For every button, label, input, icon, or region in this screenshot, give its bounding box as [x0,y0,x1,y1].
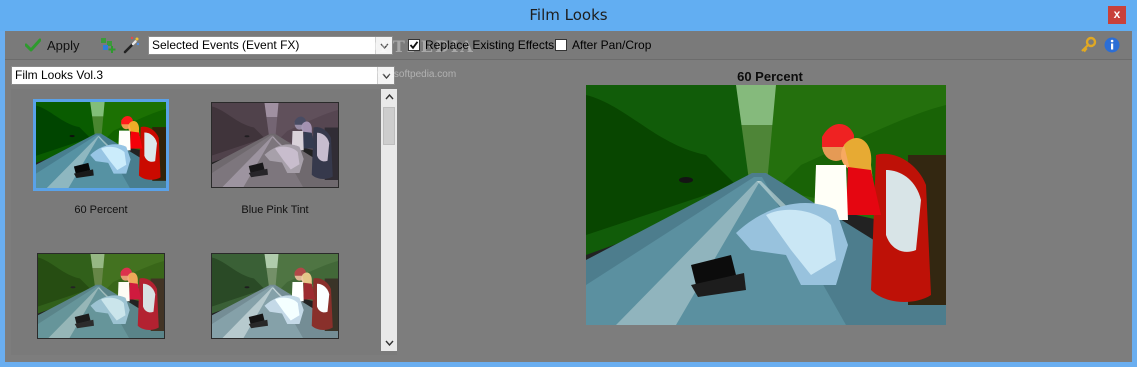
preset-thumbnail[interactable] [33,253,169,352]
window-title: Film Looks [529,6,608,24]
toolbar: Apply Selected Events (Event FX) SOFTPED… [5,31,1132,60]
preset-image-frame [33,99,169,191]
close-button[interactable]: x [1108,6,1126,24]
preview-photo [586,85,946,325]
replace-effects-checkbox[interactable]: Replace Existing Effects [408,38,554,52]
checkbox-box [555,39,567,51]
chevron-up-icon [384,94,394,100]
preview-image [586,85,946,325]
preset-gallery: 60 Percent Blue Pink Tint [11,89,397,355]
apply-label: Apply [47,37,80,53]
checkbox-box [408,39,420,51]
preset-thumbnail[interactable]: 60 Percent [33,99,169,216]
preset-thumbnail[interactable] [207,253,343,352]
preset-image [38,254,164,338]
scroll-down-button[interactable] [381,335,397,351]
preset-label: 60 Percent [74,204,128,216]
info-icon[interactable] [1103,36,1121,54]
preset-image [36,102,166,188]
key-icon[interactable] [1079,36,1097,54]
preset-image-frame [211,253,339,339]
title-bar: Film Looks x [0,0,1137,31]
preset-thumbnail[interactable]: Blue Pink Tint [207,102,343,216]
softpedia-url-watermark: www.softpedia.com [370,69,457,80]
preset-pack-value: Film Looks Vol.3 [15,68,104,82]
preset-image-frame [211,102,339,188]
preview-title: 60 Percent [737,69,803,84]
gallery-scrollbar[interactable] [381,89,397,351]
preset-pack-dropdown[interactable]: Film Looks Vol.3 [11,66,395,85]
replace-effects-label: Replace Existing Effects [425,38,555,52]
magic-wand-icon[interactable] [122,36,140,54]
apply-button[interactable]: Apply [25,35,80,55]
green-check-icon [25,38,41,52]
pan-crop-label: After Pan/Crop [572,38,652,52]
scroll-up-button[interactable] [381,89,397,105]
apply-target-value: Selected Events (Event FX) [152,38,300,52]
preset-image [212,103,338,187]
add-fx-icon[interactable] [99,36,117,54]
pan-crop-checkbox[interactable]: After Pan/Crop [555,38,651,52]
preset-image-frame [37,253,165,339]
preset-image [212,254,338,338]
chevron-down-icon [384,340,394,346]
preset-label: Blue Pink Tint [241,204,309,216]
scrollbar-thumb[interactable] [383,107,395,145]
dialog-body: Apply Selected Events (Event FX) SOFTPED… [5,31,1132,362]
